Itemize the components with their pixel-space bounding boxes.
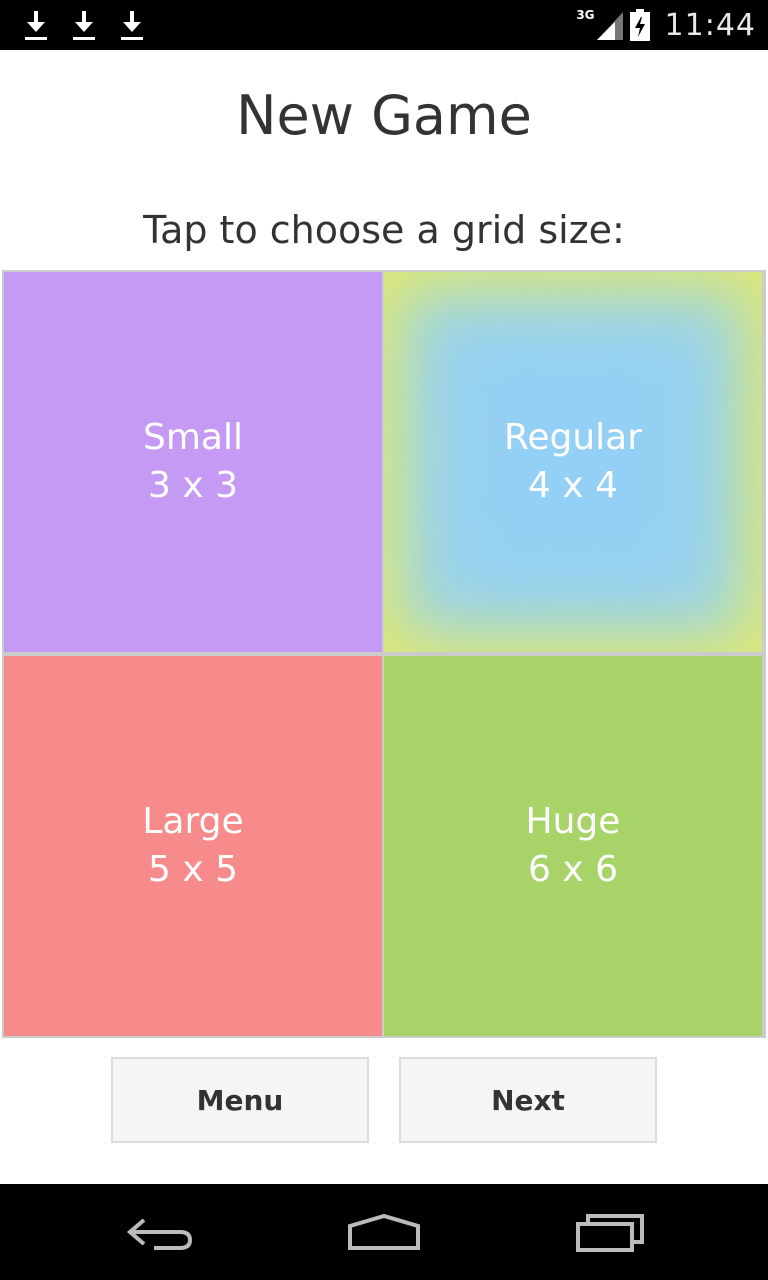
grid-option-name: Huge — [525, 801, 621, 842]
download-icon — [73, 11, 95, 40]
grid-option-name: Regular — [503, 417, 643, 458]
download-icon — [121, 11, 143, 40]
grid-option-size: 6 x 6 — [528, 849, 618, 890]
network-type-label: 3G — [576, 8, 595, 22]
signal-icon — [596, 12, 623, 40]
grid-option-regular[interactable]: Regular 4 x 4 — [384, 272, 762, 652]
grid-option-size: 3 x 3 — [148, 465, 238, 506]
home-icon[interactable] — [346, 1212, 422, 1252]
recent-apps-icon[interactable] — [574, 1212, 646, 1252]
page-title: New Game — [236, 84, 532, 147]
battery-icon — [629, 9, 650, 41]
download-icon — [25, 11, 47, 40]
grid-option-name: Large — [142, 801, 244, 842]
grid-option-name: Small — [143, 417, 243, 458]
next-button[interactable]: Next — [399, 1057, 657, 1143]
menu-button[interactable]: Menu — [111, 1057, 369, 1143]
status-clock: 11:44 — [664, 7, 756, 43]
navigation-bar — [0, 1184, 768, 1280]
grid-option-small[interactable]: Small 3 x 3 — [4, 272, 382, 652]
grid-size-prompt: Tap to choose a grid size: — [143, 208, 625, 252]
back-icon[interactable] — [124, 1212, 196, 1252]
grid-option-huge[interactable]: Huge 6 x 6 — [384, 656, 762, 1036]
grid-option-size: 5 x 5 — [148, 849, 238, 890]
grid-option-large[interactable]: Large 5 x 5 — [4, 656, 382, 1036]
status-bar: 3G 11:44 — [0, 0, 768, 50]
grid-size-grid: Small 3 x 3 Regular 4 x 4 Large 5 x 5 Hu… — [2, 270, 766, 1038]
grid-option-size: 4 x 4 — [528, 465, 618, 506]
